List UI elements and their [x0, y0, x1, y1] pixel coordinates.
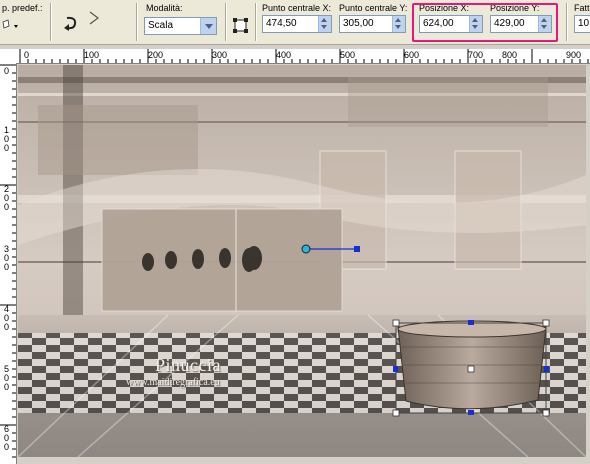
mode-select-value: Scala [148, 20, 174, 31]
horizontal-ruler: 0 100 200 300 400 500 600 700 800 900 [0, 49, 590, 64]
arrow-toggle-icon[interactable] [88, 10, 100, 34]
ruler-label: 400 [276, 50, 292, 60]
ruler-label: 300 [212, 50, 228, 60]
center-y-value: 305,00 [343, 18, 374, 29]
preset-dropdown[interactable] [0, 17, 22, 37]
canvas-artwork [18, 65, 586, 457]
center-x-label: Punto centrale X: [262, 3, 332, 13]
ruler-label: 600 [404, 50, 420, 60]
mode-label: Modalità: [146, 3, 183, 13]
image-canvas[interactable]: Pinuccia www.maidiregrafica.eu [18, 65, 586, 457]
ruler-label: 5 0 0 [4, 364, 10, 392]
separator [50, 3, 51, 41]
spinner-arrows[interactable] [392, 16, 405, 32]
watermark-url: www.maidiregrafica.eu [126, 377, 220, 388]
ruler-label: 100 [84, 50, 100, 60]
factor-field[interactable]: 10 [574, 15, 590, 33]
separator [255, 3, 256, 41]
ruler-label: 3 0 0 [4, 244, 10, 272]
preset-label: p. predef.: [2, 3, 43, 13]
ruler-label: 200 [148, 50, 164, 60]
separator [566, 3, 567, 41]
tool-options-bar: p. predef.: Modalità: Scala Punto centra… [0, 0, 590, 45]
vertical-ruler: 0 1 0 0 2 0 0 3 0 0 4 0 0 5 0 0 6 0 0 [0, 63, 17, 464]
ruler-label: 0 [4, 66, 10, 76]
spinner-arrows[interactable] [318, 16, 331, 32]
factor-label: Fatt [574, 3, 590, 13]
ruler-label: 2 0 0 [4, 184, 10, 212]
separator [136, 3, 137, 41]
ruler-label: 700 [468, 50, 484, 60]
center-x-value: 474,50 [266, 18, 297, 29]
reset-deform-icon[interactable] [231, 16, 251, 36]
factor-value: 10 [578, 18, 590, 29]
reset-icon[interactable] [62, 14, 82, 34]
separator [225, 3, 226, 41]
watermark-title: Pinuccia [155, 355, 221, 375]
chevron-down-icon[interactable] [200, 18, 216, 34]
ruler-label: 900 [566, 50, 582, 60]
ruler-label: 6 0 0 [4, 424, 10, 452]
mode-select[interactable]: Scala [144, 17, 217, 35]
ruler-label: 4 0 0 [4, 304, 10, 332]
ruler-label: 0 [24, 50, 30, 60]
preset-icon [2, 19, 18, 29]
center-y-label: Punto centrale Y: [339, 3, 408, 13]
highlight-box [412, 3, 558, 42]
ruler-label: 1 0 0 [4, 125, 10, 153]
ruler-label: 800 [502, 50, 518, 60]
center-x-field[interactable]: 474,50 [262, 15, 332, 33]
ruler-label: 500 [340, 50, 356, 60]
center-y-field[interactable]: 305,00 [339, 15, 406, 33]
